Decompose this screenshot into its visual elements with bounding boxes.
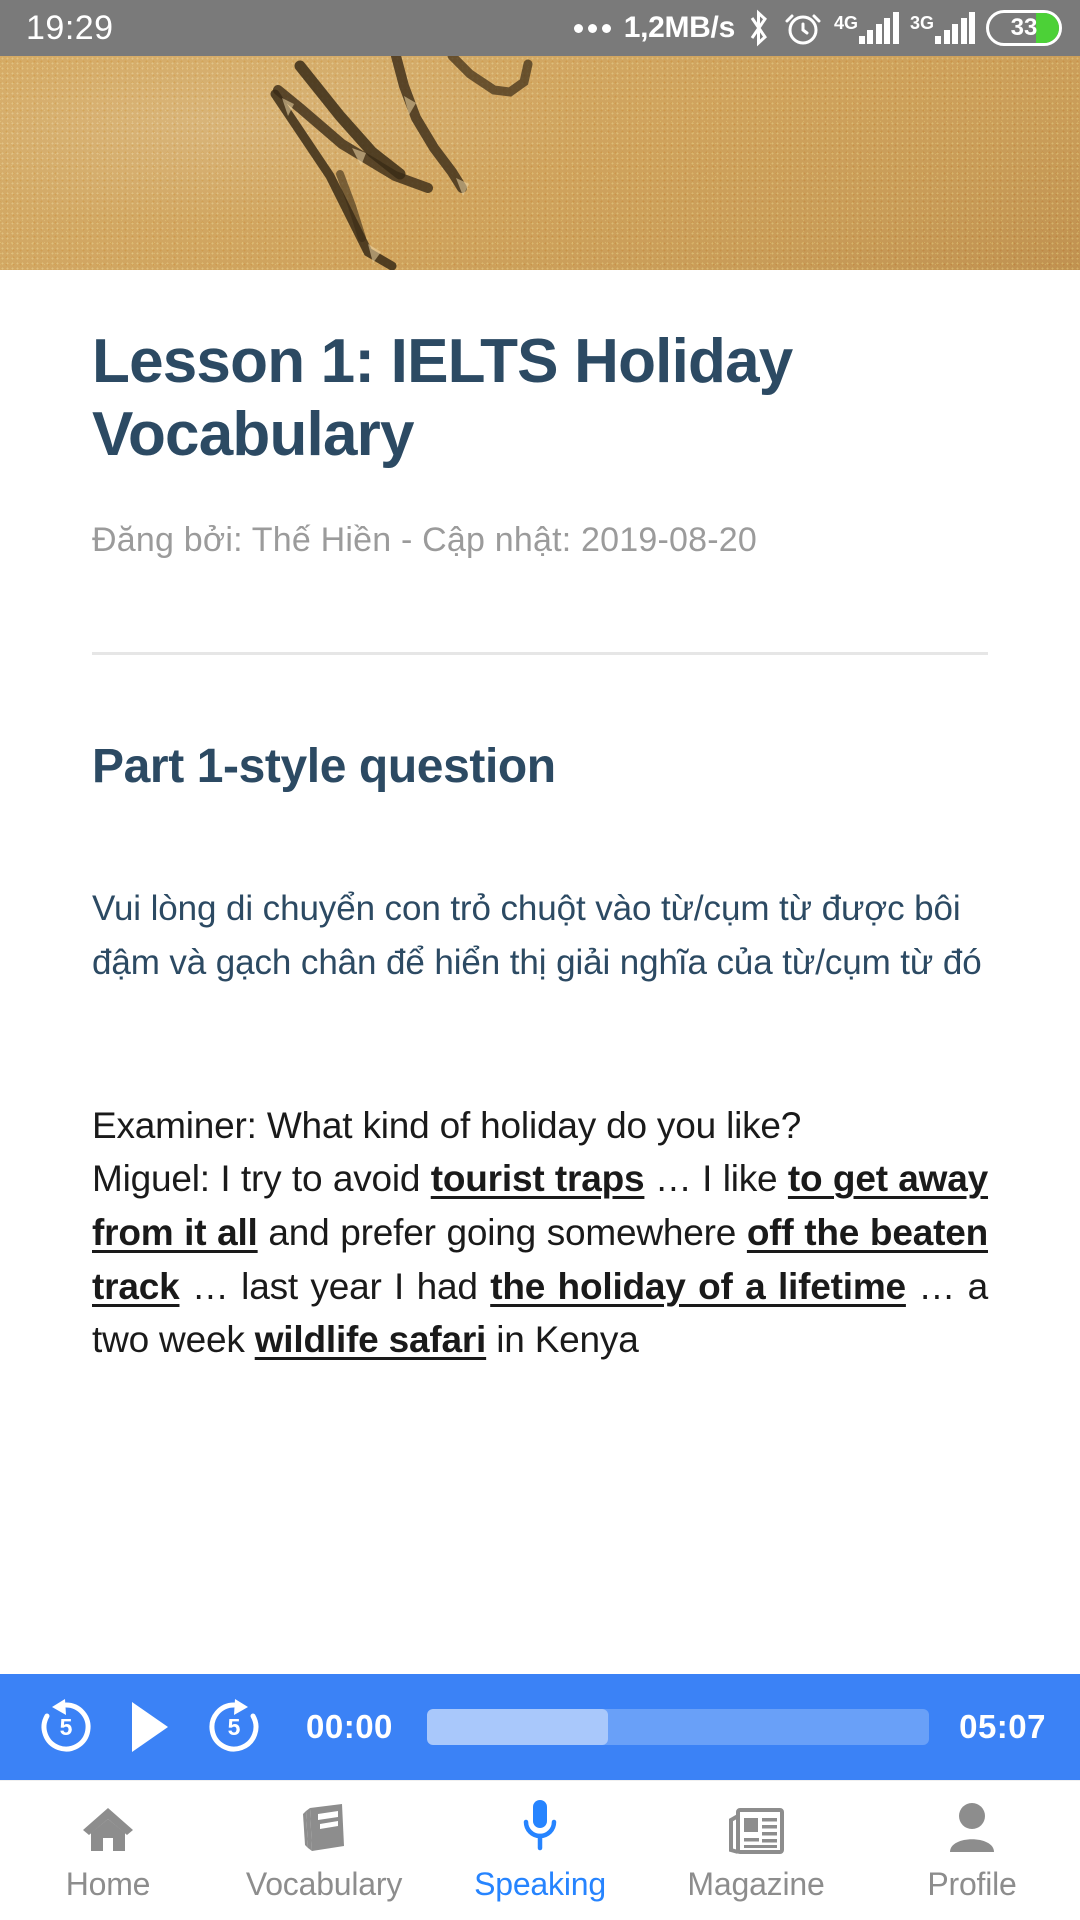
sand-writing (270, 56, 533, 270)
dialogue-seg-2: and prefer going somewhere (257, 1211, 747, 1253)
dialogue-seg-5: in Kenya (486, 1319, 639, 1361)
forward-seconds-label: 5 (227, 1713, 241, 1740)
vocab-term-wildlife-safari[interactable]: wildlife safari (255, 1319, 487, 1360)
section-heading: Part 1-style question (92, 740, 556, 794)
microphone-icon (518, 1798, 562, 1854)
speaker-prefix: Miguel: I try to avoid (92, 1158, 431, 1200)
signal-4g-icon: 4G (834, 12, 899, 44)
battery-icon: 33 (986, 10, 1062, 46)
book-icon (298, 1798, 350, 1854)
nav-item-speaking[interactable]: Speaking (432, 1798, 648, 1903)
nav-label-speaking: Speaking (474, 1866, 606, 1902)
nav-label-home: Home (65, 1866, 151, 1902)
signal-4g-label: 4G (833, 13, 858, 33)
signal-3g-label: 3G (909, 13, 934, 33)
vocab-term-holiday-of-a-lifetime[interactable]: the holiday of a lifetime (490, 1266, 906, 1307)
article-byline: Đăng bởi: Thế Hiền - Cập nhật: 2019-08-2… (92, 521, 757, 560)
status-clock: 19:29 (26, 8, 114, 47)
nav-item-profile[interactable]: Profile (864, 1798, 1080, 1903)
signal-3g-icon: 3G (910, 12, 975, 44)
forward-5-button[interactable]: 5 (202, 1695, 266, 1759)
nav-item-home[interactable]: Home (0, 1798, 216, 1903)
alarm-clock-icon (785, 14, 821, 45)
status-bar: 19:29 1,2MB/s 4G 3G 33 (0, 0, 1080, 56)
newspaper-icon (728, 1798, 784, 1854)
page-title: Lesson 1: IELTS Holiday Vocabulary (92, 327, 793, 470)
bottom-nav: Home Vocabulary Speaking Magazine Profil (0, 1780, 1080, 1920)
person-icon (947, 1798, 997, 1854)
status-icons: 1,2MB/s 4G 3G 33 (573, 8, 1062, 48)
hero-image (0, 56, 1080, 270)
network-speed-label: 1,2MB/s (623, 11, 736, 44)
vocab-term-tourist-traps[interactable]: tourist traps (431, 1158, 645, 1199)
audio-player: 5 5 00:00 05:07 (0, 1674, 1080, 1780)
battery-percent-label: 33 (1010, 14, 1038, 41)
bluetooth-icon (750, 9, 767, 47)
current-time-label: 00:00 (306, 1708, 393, 1745)
instruction-text: Vui lòng di chuyển con trỏ chuột vào từ/… (92, 889, 982, 982)
rewind-5-button[interactable]: 5 (34, 1695, 98, 1759)
article-content: Lesson 1: IELTS Holiday Vocabulary Đăng … (0, 270, 1080, 1367)
progress-slider[interactable] (426, 1709, 930, 1745)
progress-buffered (426, 1709, 608, 1745)
rewind-seconds-label: 5 (59, 1713, 73, 1740)
nav-label-profile: Profile (927, 1866, 1017, 1902)
play-button[interactable] (126, 1699, 172, 1755)
nav-item-magazine[interactable]: Magazine (648, 1798, 864, 1903)
nav-item-vocabulary[interactable]: Vocabulary (216, 1798, 432, 1903)
nav-label-vocabulary: Vocabulary (245, 1866, 403, 1902)
dialogue-seg-3: … last year I had (179, 1265, 491, 1307)
section-divider (92, 652, 988, 656)
app-screen: 19:29 1,2MB/s 4G 3G 33 Lesson 1: IELTS H… (0, 0, 1080, 1920)
nav-label-magazine: Magazine (687, 1866, 825, 1902)
play-icon (132, 1702, 168, 1752)
total-time-label: 05:07 (959, 1708, 1046, 1745)
dialogue-seg-1: … I like (644, 1158, 788, 1200)
home-icon (80, 1798, 136, 1854)
more-dots-icon (573, 23, 611, 33)
examiner-line: Examiner: What kind of holiday do you li… (92, 1104, 802, 1146)
dialogue-text: Examiner: What kind of holiday do you li… (92, 1099, 988, 1367)
